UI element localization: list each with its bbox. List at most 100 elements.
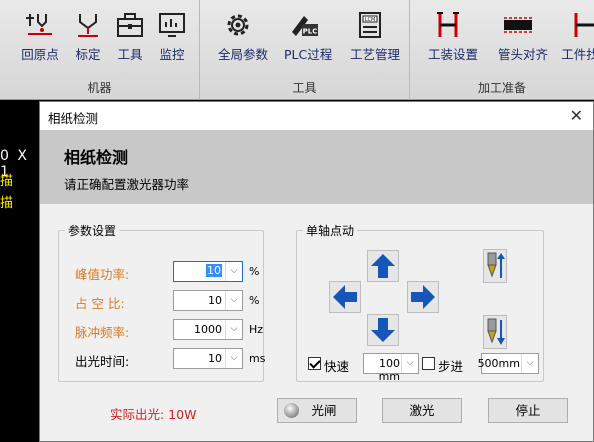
duty-cycle-unit: %: [249, 294, 260, 307]
emit-time-row: 出光时间: 10 ⌵ ms: [75, 348, 265, 370]
pulse-freq-select[interactable]: 1000 ⌵: [173, 319, 243, 340]
close-icon[interactable]: ✕: [570, 106, 583, 125]
lcm-badge-text: LCM: [365, 17, 376, 23]
pulse-freq-value: 1000: [194, 323, 222, 336]
fixture-setup-label: 工装设置: [428, 47, 479, 62]
duty-cycle-value: 10: [208, 294, 222, 307]
tube-align-button[interactable]: 管头对齐: [498, 10, 548, 66]
toolbox-icon: [117, 13, 143, 37]
param-settings-legend: 参数设置: [68, 224, 117, 238]
calibrate-label: 标定: [75, 47, 101, 62]
step-label: 步进: [438, 359, 464, 374]
process-mgmt-label: 工艺管理: [350, 47, 401, 62]
emit-time-value: 10: [208, 352, 222, 365]
plc-process-label: PLC过程: [284, 47, 333, 62]
craft-library-icon: LCM: [359, 12, 381, 38]
laser-head-up-icon: [487, 252, 505, 278]
duty-cycle-label: 占 空 比:: [75, 296, 125, 311]
peak-power-select[interactable]: 10 ⌵: [173, 261, 243, 282]
tools-label: 工具: [117, 47, 143, 62]
stop-label: 停止: [515, 403, 541, 418]
chevron-down-icon[interactable]: ⌵: [401, 354, 418, 373]
shutter-button[interactable]: 光闸: [277, 398, 357, 423]
ribbon-toolbar: 回原点 标定 工具 监控 机器 全局参数 PLC PLC过程 LCM 工艺管理 …: [0, 0, 594, 100]
ribbon-group-machine: 回原点 标定 工具 监控 机器: [0, 0, 200, 100]
laser-button[interactable]: 激光: [382, 398, 462, 423]
header-subtitle: 请正确配置激光器功率: [64, 177, 190, 192]
jog-up-button[interactable]: [367, 250, 399, 282]
plc-process-button[interactable]: PLC PLC过程: [284, 10, 333, 66]
pulse-freq-unit: Hz: [249, 323, 264, 336]
ribbon-group-tools: 全局参数 PLC PLC过程 LCM 工艺管理 工具: [200, 0, 410, 100]
peak-power-row: 峰值功率: 10 ⌵ %: [75, 261, 265, 283]
monitor-button[interactable]: 监控: [152, 10, 192, 66]
dialog-window-title: 相纸检测: [48, 111, 99, 126]
jog-right-button[interactable]: [407, 281, 439, 313]
peak-power-value: 10: [206, 264, 222, 277]
shutter-label: 光闸: [311, 403, 337, 418]
gear-icon: [227, 14, 249, 36]
group-title-tools: 工具: [292, 81, 317, 95]
global-params-button[interactable]: 全局参数: [218, 10, 269, 66]
emit-time-select[interactable]: 10 ⌵: [173, 348, 243, 369]
home-axis-icon: [26, 14, 52, 35]
jog-group: 单轴点动 快速 100 mm ⌵ 步进 500mm ⌵: [296, 222, 544, 383]
dialog-titlebar[interactable]: 相纸检测 ✕: [40, 102, 593, 130]
background-canvas: 0 X 1 描 描: [0, 100, 40, 442]
arrow-down-icon: [371, 318, 395, 342]
z-down-button[interactable]: [483, 315, 507, 349]
group-title-prep: 加工准备: [477, 81, 526, 95]
fixture-setup-button[interactable]: 工装设置: [428, 10, 479, 66]
plc-badge-text: PLC: [303, 28, 318, 36]
arrow-right-icon: [411, 285, 435, 309]
calibrate-button[interactable]: 标定: [68, 10, 108, 66]
plc-icon: PLC: [292, 16, 318, 36]
global-params-label: 全局参数: [218, 47, 269, 62]
jog-speed-select[interactable]: 100 mm ⌵: [363, 353, 419, 383]
peak-power-label: 峰值功率:: [75, 267, 130, 282]
laser-label: 激光: [409, 403, 435, 418]
duty-cycle-select[interactable]: 10 ⌵: [173, 290, 243, 311]
z-up-button[interactable]: [483, 249, 507, 283]
group-title-machine: 机器: [87, 81, 112, 95]
step-size-select[interactable]: 500mm ⌵: [478, 353, 539, 374]
process-mgmt-button[interactable]: LCM 工艺管理: [350, 10, 401, 66]
workpiece-find-label: 工件找: [561, 47, 594, 62]
jog-down-button[interactable]: [367, 314, 399, 346]
background-text-3: 描: [0, 196, 14, 211]
monitor-icon: [159, 13, 185, 37]
monitor-label: 监控: [159, 47, 185, 62]
tools-button[interactable]: 工具: [110, 10, 150, 66]
jog-speed-value: 100 mm: [378, 357, 400, 383]
paper-test-dialog: 相纸检测 ✕ 相纸检测 请正确配置激光器功率 参数设置 峰值功率: 10 ⌵ %…: [39, 101, 594, 442]
dialog-header: 相纸检测 请正确配置激光器功率: [40, 130, 593, 204]
tube-align-icon: [504, 17, 532, 33]
chevron-down-icon[interactable]: ⌵: [225, 349, 242, 368]
actual-laser-power: 实际出光: 10W: [110, 407, 197, 422]
arrow-left-icon: [333, 285, 357, 309]
home-button[interactable]: 回原点: [20, 10, 60, 66]
chevron-down-icon[interactable]: ⌵: [225, 262, 242, 281]
fast-label: 快速: [324, 359, 350, 374]
home-label: 回原点: [21, 47, 59, 62]
header-title: 相纸检测: [64, 148, 129, 167]
workpiece-find-button[interactable]: 工件找: [560, 10, 594, 66]
peak-power-unit: %: [249, 265, 260, 278]
duty-cycle-row: 占 空 比: 10 ⌵ %: [75, 290, 265, 312]
emit-time-unit: ms: [249, 352, 266, 365]
stop-button[interactable]: 停止: [488, 398, 568, 423]
step-checkbox[interactable]: [422, 357, 435, 370]
chevron-down-icon[interactable]: ⌵: [225, 291, 242, 310]
arrow-up-icon: [371, 254, 395, 278]
fast-checkbox[interactable]: [308, 357, 321, 370]
workpiece-find-icon: [574, 13, 594, 37]
chevron-down-icon[interactable]: ⌵: [521, 354, 538, 373]
chevron-down-icon[interactable]: ⌵: [225, 320, 242, 339]
ribbon-group-prep: 工装设置 管头对齐 工件找 加工准备: [410, 0, 594, 100]
param-settings-group: 参数设置 峰值功率: 10 ⌵ % 占 空 比: 10 ⌵ % 脉冲频率: 10…: [58, 222, 265, 382]
shutter-indicator-icon: [284, 403, 299, 418]
fixture-icon: [437, 12, 459, 37]
jog-left-button[interactable]: [329, 281, 361, 313]
pulse-freq-row: 脉冲频率: 1000 ⌵ Hz: [75, 319, 265, 341]
jog-legend: 单轴点动: [306, 224, 355, 238]
